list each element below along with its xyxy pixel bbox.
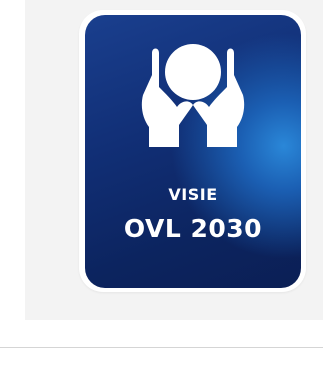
visie-ovl-2030-logo: VISIE OVL 2030 <box>85 15 301 288</box>
logo-title-line2: OVL 2030 <box>123 214 263 243</box>
logo-title-line1: VISIE <box>168 185 218 204</box>
divider <box>0 347 323 348</box>
hands-holding-circle-icon <box>141 44 245 147</box>
page: VISIE OVL 2030 <box>0 0 323 391</box>
